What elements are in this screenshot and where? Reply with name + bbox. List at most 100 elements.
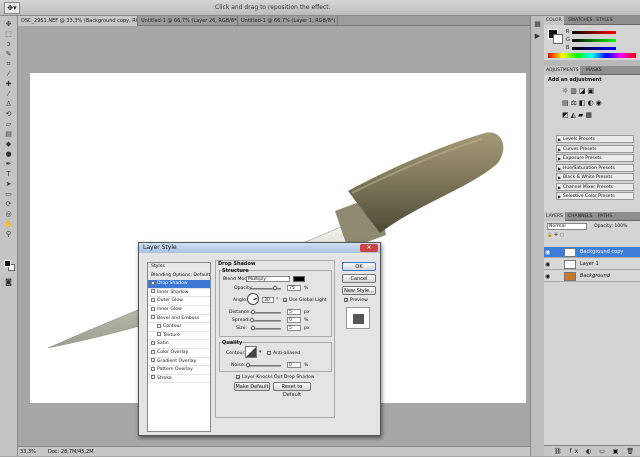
visibility-eye-icon[interactable]: ◉ bbox=[545, 247, 553, 258]
bg-color-chip[interactable] bbox=[553, 34, 563, 44]
style-checkbox[interactable] bbox=[151, 289, 155, 294]
tab-document-1[interactable]: DSC_2951.NEF @ 33,3% (Background copy, R… bbox=[18, 16, 138, 26]
new-style-button[interactable]: New Style... bbox=[342, 286, 376, 295]
cancel-button[interactable]: Cancel bbox=[342, 274, 376, 283]
foreground-color-swatch[interactable] bbox=[4, 260, 11, 267]
adjustment-preset-item[interactable]: Curves Presets bbox=[556, 144, 634, 153]
contour-picker[interactable] bbox=[245, 346, 257, 358]
angle-dial[interactable] bbox=[247, 293, 259, 305]
style-list-item[interactable]: Pattern Overlay bbox=[148, 366, 210, 375]
spread-field[interactable]: 0 bbox=[287, 317, 301, 323]
quick-mask-icon[interactable]: ◙ bbox=[3, 278, 14, 286]
style-checkbox[interactable] bbox=[151, 366, 155, 371]
gradient-tool-icon[interactable]: ▤ bbox=[3, 130, 14, 138]
3d-camera-tool-icon[interactable]: ◎ bbox=[3, 210, 14, 218]
eyedropper-tool-icon[interactable]: ⁄ bbox=[3, 70, 14, 78]
tab-channels[interactable]: CHANNELS bbox=[566, 212, 595, 221]
distance-field[interactable]: 5 bbox=[287, 309, 301, 315]
size-field[interactable]: 5 bbox=[287, 325, 301, 331]
style-list-item[interactable]: Color Overlay bbox=[148, 349, 210, 358]
style-list-item[interactable]: Stroke bbox=[148, 375, 210, 384]
style-checkbox[interactable] bbox=[151, 297, 155, 302]
adjustment-preset-item[interactable]: Channel Mixer Presets bbox=[556, 182, 634, 191]
layer-row[interactable]: ◉ Layer 1 bbox=[544, 259, 640, 270]
adjustment-preset-item[interactable]: Selective Color Presets bbox=[556, 192, 634, 200]
tab-paths[interactable]: PATHS bbox=[596, 212, 614, 221]
adjustment-preset-item[interactable]: Levels Presets bbox=[556, 135, 634, 143]
blur-tool-icon[interactable]: ◆ bbox=[3, 140, 14, 148]
blend-mode-dropdown[interactable]: Multiply bbox=[246, 276, 290, 282]
tab-color[interactable]: COLOR bbox=[544, 16, 564, 25]
stamp-tool-icon[interactable]: ♙ bbox=[3, 100, 14, 108]
style-checkbox[interactable] bbox=[151, 306, 155, 311]
style-list-item[interactable]: Gradient Overlay bbox=[148, 358, 210, 367]
eraser-tool-icon[interactable]: ▱ bbox=[3, 120, 14, 128]
ok-button[interactable]: OK bbox=[342, 262, 376, 271]
opacity-field[interactable]: 75 bbox=[287, 285, 301, 291]
move-tool-icon[interactable]: ✥▾ bbox=[4, 2, 20, 14]
zoom-tool-icon[interactable]: ⚲ bbox=[3, 230, 14, 238]
style-list-item[interactable]: Contour bbox=[148, 323, 210, 332]
style-list-item[interactable]: Drop Shadow bbox=[148, 280, 210, 289]
layer-row[interactable]: ◉ Background copy bbox=[544, 247, 640, 258]
angle-field[interactable]: 30 bbox=[262, 297, 274, 303]
red-slider[interactable]: R bbox=[566, 29, 626, 35]
adjustment-preset-item[interactable]: Hue/Saturation Presets bbox=[556, 163, 634, 172]
style-list-item[interactable]: Inner Shadow bbox=[148, 289, 210, 298]
tab-layers[interactable]: LAYERS bbox=[544, 212, 565, 221]
adjustment-icons-row-3[interactable]: ◩◭▰▦ bbox=[562, 111, 594, 119]
color-ramp[interactable] bbox=[548, 53, 636, 58]
style-checkbox[interactable] bbox=[151, 349, 155, 354]
history-brush-tool-icon[interactable]: ⟲ bbox=[3, 110, 14, 118]
preview-checkbox[interactable]: ✓ bbox=[344, 298, 348, 303]
adjustment-preset-item[interactable]: Exposure Presets bbox=[556, 154, 634, 162]
noise-field[interactable]: 0 bbox=[287, 362, 301, 368]
anti-aliased-checkbox[interactable] bbox=[267, 351, 271, 355]
noise-slider[interactable] bbox=[247, 365, 281, 367]
use-global-light-checkbox[interactable]: ✓ bbox=[283, 298, 287, 303]
layers-footer-buttons[interactable]: ⛓ fx ◐ ▭ ▣ 🗑 bbox=[544, 445, 640, 456]
tab-document-2[interactable]: Untitled-1 @ 66,7% (Layer 26, RGB/8*) bbox=[138, 16, 238, 26]
reset-default-button[interactable]: Reset to Default bbox=[273, 382, 311, 398]
actions-panel-icon[interactable]: ▶ bbox=[532, 32, 543, 40]
style-checkbox[interactable] bbox=[151, 280, 155, 285]
heal-tool-icon[interactable]: ✚ bbox=[3, 80, 14, 88]
style-list-item[interactable]: Outer Glow bbox=[148, 297, 210, 306]
hand-tool-icon[interactable]: ✋ bbox=[3, 220, 14, 228]
brush-tool-icon[interactable]: ⁄ bbox=[3, 90, 14, 98]
blue-slider[interactable]: B bbox=[566, 45, 626, 51]
move-tool-icon[interactable]: ✥ bbox=[3, 20, 14, 28]
knocks-out-checkbox[interactable]: ✓ bbox=[236, 375, 240, 380]
close-icon[interactable]: ✕ bbox=[360, 244, 378, 252]
marquee-tool-icon[interactable]: ⬚ bbox=[3, 30, 14, 38]
style-list-item[interactable]: Inner Glow bbox=[148, 306, 210, 315]
tab-styles[interactable]: STYLES bbox=[594, 16, 615, 25]
style-list-item[interactable]: Satin bbox=[148, 340, 210, 349]
style-checkbox[interactable] bbox=[151, 375, 155, 380]
tab-masks[interactable]: MASKS bbox=[584, 66, 604, 75]
3d-rotate-tool-icon[interactable]: ⟳ bbox=[3, 200, 14, 208]
style-list-item[interactable]: Texture bbox=[148, 332, 210, 341]
layer-opacity[interactable]: Opacity: 100% bbox=[594, 224, 627, 229]
type-tool-icon[interactable]: T bbox=[3, 170, 14, 178]
style-checkbox[interactable] bbox=[157, 332, 161, 337]
style-checkbox[interactable] bbox=[157, 323, 161, 328]
quick-select-tool-icon[interactable]: ✎ bbox=[3, 50, 14, 58]
lasso-tool-icon[interactable]: ↄ bbox=[3, 40, 14, 48]
shape-tool-icon[interactable]: ▭ bbox=[3, 190, 14, 198]
path-select-tool-icon[interactable]: ➤ bbox=[3, 180, 14, 188]
visibility-eye-icon[interactable]: ◉ bbox=[545, 271, 553, 282]
tab-document-3[interactable]: Untitled-1 @ 66,7% (Layer 1, RGB/8*) bbox=[238, 16, 338, 26]
layer-row[interactable]: ◉ Background bbox=[544, 271, 640, 282]
style-checkbox[interactable] bbox=[151, 358, 155, 363]
style-checkbox[interactable] bbox=[151, 340, 155, 345]
tab-adjustments[interactable]: ADJUSTMENTS bbox=[544, 66, 581, 75]
pen-tool-icon[interactable]: ✒ bbox=[3, 160, 14, 168]
style-checkbox[interactable] bbox=[151, 315, 155, 320]
adjustment-preset-item[interactable]: Black & White Presets bbox=[556, 173, 634, 181]
shadow-color-swatch[interactable] bbox=[293, 276, 305, 282]
style-list-item[interactable]: Styles bbox=[148, 263, 210, 272]
spread-slider[interactable] bbox=[251, 320, 281, 322]
green-slider[interactable]: G bbox=[566, 37, 626, 43]
blend-mode-select[interactable]: Normal bbox=[547, 223, 587, 230]
